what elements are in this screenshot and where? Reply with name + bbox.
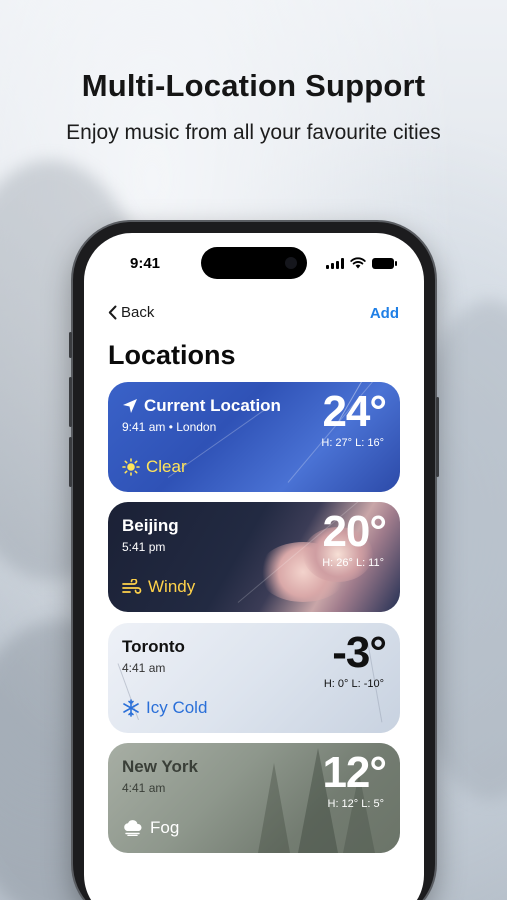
power-button — [436, 397, 439, 477]
chevron-left-icon — [108, 305, 117, 320]
status-time: 9:41 — [130, 255, 161, 272]
location-name: Current Location — [122, 396, 281, 416]
cellular-signal-icon — [326, 257, 344, 269]
phone-screen: 9:41 Back Add Locations Current Location… — [84, 233, 424, 900]
location-subtitle: 9:41 am • London — [122, 420, 217, 434]
location-name: Toronto — [122, 637, 185, 656]
location-condition: Clear — [122, 457, 187, 477]
location-temperature: 24° — [322, 387, 387, 436]
camera-icon — [285, 257, 297, 269]
location-card-beijing[interactable]: Beijing 5:41 pm 20° H: 26° L: 11° Windy — [108, 502, 400, 612]
battery-icon — [372, 257, 397, 269]
location-arrow-icon — [123, 399, 137, 413]
sun-icon — [122, 458, 140, 476]
location-card-current[interactable]: Current Location 9:41 am • London 24° H:… — [108, 382, 400, 492]
location-condition: Windy — [122, 577, 195, 597]
snowflake-icon — [123, 699, 139, 717]
location-subtitle: 4:41 am — [122, 781, 166, 795]
location-hi-lo: H: 12° L: 5° — [327, 798, 385, 810]
volume-up-button — [69, 377, 72, 427]
status-icons — [326, 257, 397, 269]
location-temperature: -3° — [332, 628, 387, 677]
wind-icon — [122, 579, 142, 594]
cloud-icon — [124, 820, 142, 836]
location-condition: Fog — [122, 818, 179, 838]
location-temperature: 12° — [322, 748, 387, 797]
back-button[interactable]: Back — [108, 304, 154, 321]
location-name: Beijing — [122, 516, 179, 535]
dynamic-island — [201, 247, 307, 279]
location-card-new-york[interactable]: New York 4:41 am 12° H: 12° L: 5° Fog — [108, 743, 400, 853]
location-subtitle: 4:41 am — [122, 661, 166, 675]
back-label: Back — [121, 304, 155, 321]
location-hi-lo: H: 0° L: -10° — [323, 678, 384, 690]
promo-headline: Multi-Location Support — [81, 68, 426, 103]
location-subtitle: 5:41 pm — [122, 540, 166, 554]
location-name: New York — [122, 757, 198, 776]
phone-frame: 9:41 Back Add Locations Current Location… — [69, 222, 439, 900]
location-card-toronto[interactable]: Toronto 4:41 am -3° H: 0° L: -10° Icy Co… — [108, 623, 400, 733]
promo-subheadline: Enjoy music from all your favourite citi… — [66, 121, 441, 144]
location-condition: Icy Cold — [122, 698, 207, 718]
action-button — [69, 332, 72, 358]
add-button[interactable]: Add — [370, 305, 399, 322]
page-title: Locations — [108, 340, 236, 370]
wifi-icon — [350, 257, 366, 269]
location-hi-lo: H: 27° L: 16° — [321, 437, 384, 449]
location-temperature: 20° — [322, 507, 387, 556]
volume-down-button — [69, 437, 72, 487]
location-hi-lo: H: 26° L: 11° — [322, 557, 384, 569]
